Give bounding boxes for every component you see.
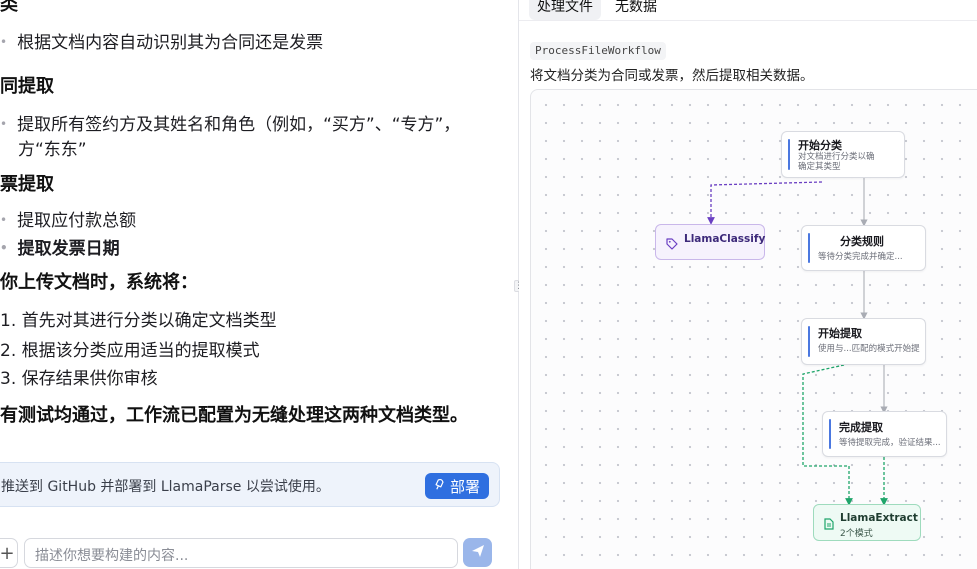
send-button[interactable] (463, 538, 492, 567)
section-heading-classify: 类 (0, 0, 18, 15)
document-icon (824, 515, 834, 534)
bullet-dot: • (0, 35, 8, 49)
node-subtitle: 等待分类完成并确定... (818, 252, 903, 262)
node-accent-bar (808, 326, 810, 357)
deploy-button[interactable]: 部署 (425, 473, 489, 499)
node-accent-bar (788, 139, 790, 170)
node-accent-bar (829, 419, 831, 449)
tab-underline (519, 20, 977, 21)
tab-no-data[interactable]: 无数据 (607, 0, 665, 20)
tab-process-file[interactable]: 处理文件 (529, 0, 601, 20)
service-llamaextract[interactable]: LlamaExtract 2个模式 (813, 504, 921, 541)
list-item: • 提取所有签约方及其姓名和角色（例如，“买方”、“专方”， (0, 115, 461, 135)
section-heading-invoice: 票提取 (0, 174, 54, 195)
deploy-notice-text: 推送到 GitHub 并部署到 LlamaParse 以尝试使用。 (1, 479, 330, 495)
node-start-classify[interactable]: 开始分类 对文档进行分类以确 确定其类型 (781, 131, 905, 178)
node-title: 开始分类 (798, 139, 842, 152)
node-title: 开始提取 (818, 327, 862, 340)
add-attachment-button[interactable]: + (0, 538, 18, 568)
node-subtitle: 使用与...匹配的模式开始提 (818, 344, 920, 354)
step-item: 3. 保存结果供你审核 (0, 369, 158, 389)
node-title: 分类规则 (840, 235, 884, 248)
list-item: • 根据文档内容自动识别其为合同还是发票 (0, 33, 324, 53)
node-classify-rules[interactable]: 分类规则 等待分类完成并确定... (801, 225, 926, 271)
bullet-dot: • (0, 241, 8, 255)
rocket-icon (432, 478, 447, 495)
node-subtitle: 对文档进行分类以确 (798, 152, 875, 162)
edge-classify-service (707, 181, 823, 225)
chat-panel: 类 • 根据文档内容自动识别其为合同还是发票 同提取 • 提取所有签约方及其姓名和角… (0, 0, 512, 569)
service-title: LlamaExtract (840, 512, 918, 524)
prompt-input[interactable]: 描述你想要构建的内容... (24, 538, 458, 568)
list-item-continuation: 方“东东” (18, 140, 87, 160)
node-accent-bar (808, 233, 810, 263)
node-finish-extract[interactable]: 完成提取 等待提取完成，验证结果... (822, 411, 947, 457)
deploy-button-label: 部署 (449, 477, 480, 496)
bullet-dot: • (0, 213, 8, 227)
deploy-notice: 推送到 GitHub 并部署到 LlamaParse 以尝试使用。 部署 (0, 462, 500, 507)
workflow-name-badge: ProcessFileWorkflow (530, 42, 666, 60)
service-llamaclassify[interactable]: LlamaClassify (655, 224, 765, 260)
workflow-panel: 处理文件 无数据 ProcessFileWorkflow 将文档分类为合同或发票… (519, 0, 977, 569)
service-subtitle: 2个模式 (840, 529, 873, 539)
node-subtitle: 等待提取完成，验证结果... (839, 438, 941, 448)
list-item: • 提取应付款总额 (0, 211, 137, 231)
list-item: • 提取发票日期 (0, 239, 120, 259)
node-subtitle: 确定其类型 (798, 162, 841, 172)
bullet-dot: • (0, 117, 8, 131)
send-icon (471, 543, 485, 562)
service-title: LlamaClassify (684, 233, 766, 245)
step-item: 1. 首先对其进行分类以确定文档类型 (0, 311, 277, 331)
workflow-canvas[interactable]: 开始分类 对文档进行分类以确 确定其类型 分类规则 等待分类完成并确定... 开… (530, 89, 977, 569)
node-title: 完成提取 (839, 421, 883, 434)
node-start-extract[interactable]: 开始提取 使用与...匹配的模式开始提 (801, 318, 926, 365)
conclusion-text: 有测试均通过，工作流已配置为无缝处理这两种文档类型。 (0, 405, 468, 426)
tab-bar: 处理文件 无数据 (529, 0, 665, 20)
workflow-description: 将文档分类为合同或发票，然后提取相关数据。 (530, 68, 814, 84)
upload-heading: 你上传文档时，系统将： (0, 272, 198, 293)
step-item: 2. 根据该分类应用适当的提取模式 (0, 341, 260, 361)
tag-icon (666, 235, 678, 254)
section-heading-contract: 同提取 (0, 76, 54, 97)
